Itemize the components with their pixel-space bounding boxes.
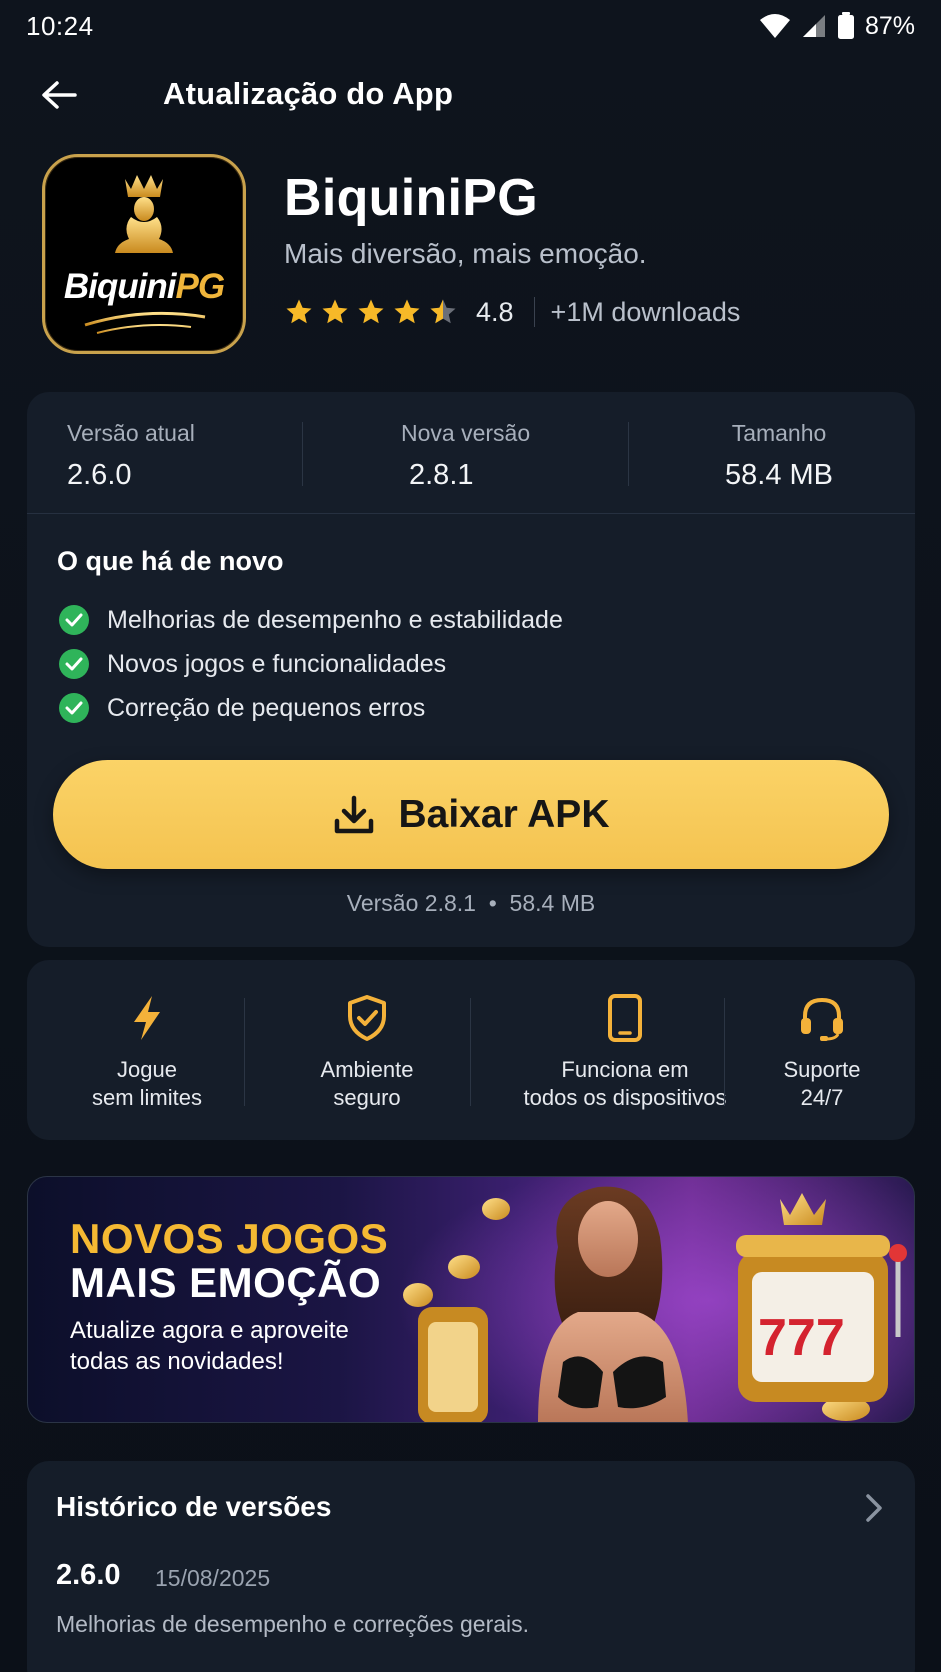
status-bar: 10:24 87% — [0, 0, 941, 52]
shield-check-icon — [348, 995, 386, 1041]
new-version: Nova versão 2.8.1 — [401, 420, 530, 492]
feature-label: Suporte 24/7 — [783, 1057, 861, 1110]
divider — [724, 998, 725, 1106]
crown-woman-logo-icon — [84, 175, 206, 334]
changelog-text: Novos jogos e funcionalidades — [107, 649, 447, 678]
page-title: Atualização do App — [163, 76, 454, 111]
star-icon — [358, 299, 384, 324]
current-version-value: 2.6.0 — [67, 459, 132, 491]
app-icon-wordmark: BiquiniPG — [63, 267, 225, 306]
lightning-icon — [134, 996, 160, 1040]
promo-title-line-1: NOVOS JOGOS — [70, 1215, 389, 1262]
download-button-label: Baixar APK — [398, 792, 610, 836]
slot-digits: 777 — [758, 1309, 845, 1367]
changelog-text: Melhorias de desempenho e estabilidade — [107, 605, 563, 634]
size-value: 58.4 MB — [725, 459, 833, 491]
current-version-label: Versão atual — [67, 420, 195, 446]
status-time: 10:24 — [26, 10, 94, 41]
star-icon — [394, 299, 420, 324]
promo-illustration: 777 — [398, 1177, 914, 1422]
downloads-count: +1M downloads — [550, 296, 741, 327]
rating-value: 4.8 — [476, 296, 514, 327]
history-date: 15/08/2025 — [155, 1565, 271, 1591]
changelog-item: Melhorias de desempenho e estabilidade — [59, 598, 563, 642]
back-arrow-icon — [42, 81, 77, 109]
divider — [302, 422, 303, 486]
half-star-icon — [430, 299, 456, 324]
top-bar: Atualização do App — [0, 60, 941, 130]
changelog-item: Novos jogos e funcionalidades — [59, 642, 563, 686]
divider — [470, 998, 471, 1106]
feature-label: Funciona em todos os dispositivos — [523, 1057, 727, 1110]
check-circle-icon — [59, 649, 89, 679]
download-icon — [334, 795, 373, 833]
check-circle-icon — [59, 605, 89, 635]
headset-icon — [801, 997, 843, 1041]
cell-signal-icon — [801, 13, 827, 39]
app-name: BiquiniPG — [284, 169, 539, 227]
changelog-list: Melhorias de desempenho e estabilidade N… — [59, 598, 563, 730]
star-rating — [284, 297, 458, 327]
new-version-value: 2.8.1 — [409, 459, 474, 491]
versions-row: Versão atual 2.6.0 Nova versão 2.8.1 Tam… — [27, 392, 915, 514]
feature-label: Jogue sem limites — [91, 1057, 202, 1110]
update-card: Versão atual 2.6.0 Nova versão 2.8.1 Tam… — [27, 392, 915, 947]
promo-text: Atualize agora e aproveite todas as novi… — [70, 1317, 349, 1375]
history-description: Melhorias de desempenho e correções gera… — [56, 1611, 530, 1637]
download-meta: Versão 2.8.1 • 58.4 MB — [346, 890, 596, 916]
changelog-text: Correção de pequenos erros — [107, 693, 426, 722]
status-icons: 87% — [759, 12, 915, 41]
star-icon — [322, 299, 348, 324]
whats-new-title: O que há de novo — [57, 546, 284, 576]
chevron-right-icon[interactable] — [865, 1493, 883, 1528]
feature-play-unlimited: Jogue sem limites — [47, 994, 247, 1112]
version-history-card[interactable]: Histórico de versões 2.6.0 15/08/2025 Me… — [27, 1461, 915, 1672]
divider — [244, 998, 245, 1106]
size-label: Tamanho — [731, 420, 827, 446]
app-header: BiquiniPG BiquiniPG Mais diversão, mais … — [42, 154, 902, 354]
rating-divider — [533, 297, 535, 327]
features-card: Jogue sem limites Ambiente seguro Funcio… — [27, 960, 915, 1140]
rating-row: 4.8 +1M downloads — [284, 294, 740, 330]
battery-percentage: 87% — [864, 11, 915, 40]
battery-icon — [837, 12, 855, 40]
app-icon: BiquiniPG — [42, 154, 246, 354]
divider — [628, 422, 629, 486]
changelog-item: Correção de pequenos erros — [59, 686, 563, 730]
smartphone-icon — [608, 994, 642, 1042]
feature-support: Suporte 24/7 — [737, 994, 907, 1112]
app-tagline: Mais diversão, mais emoção. — [284, 238, 647, 269]
promo-title-line-2: MAIS EMOÇÃO — [70, 1259, 382, 1306]
new-version-label: Nova versão — [401, 420, 531, 446]
feature-label: Ambiente seguro — [320, 1057, 414, 1110]
feature-all-devices: Funciona em todos os dispositivos — [485, 994, 765, 1112]
history-version: 2.6.0 — [56, 1559, 121, 1591]
size: Tamanho 58.4 MB — [725, 420, 833, 492]
star-icon — [286, 299, 312, 324]
wifi-icon — [759, 13, 791, 39]
feature-secure: Ambiente seguro — [267, 994, 467, 1112]
back-button[interactable] — [36, 72, 82, 118]
check-circle-icon — [59, 693, 89, 723]
download-apk-button[interactable]: Baixar APK — [53, 760, 889, 869]
app-update-screen: 10:24 87% Atualização do App BiquiniPG B… — [0, 0, 941, 1672]
promo-banner[interactable]: NOVOS JOGOS MAIS EMOÇÃO Atualize agora e… — [27, 1176, 915, 1423]
history-title: Histórico de versões — [56, 1491, 332, 1522]
current-version: Versão atual 2.6.0 — [67, 420, 195, 492]
